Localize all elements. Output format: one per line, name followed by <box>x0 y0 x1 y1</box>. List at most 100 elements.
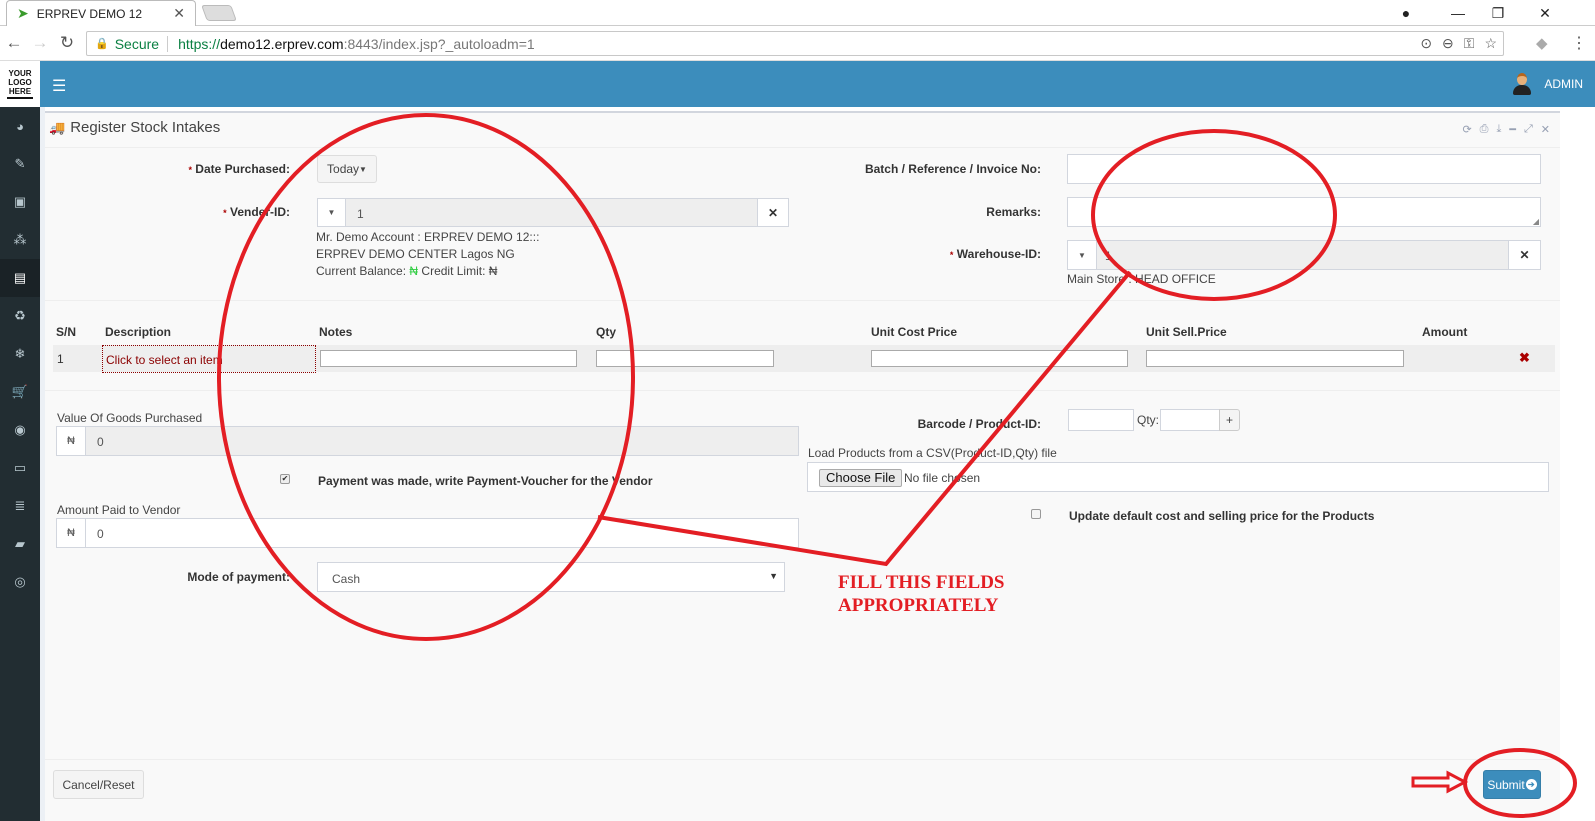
tab-close-icon[interactable]: ✕ <box>173 5 185 22</box>
vendor-info-line1: Mr. Demo Account : ERPREV DEMO 12::: <box>316 230 540 244</box>
logo-line: LOGO <box>8 78 32 87</box>
sidebar-item-cubes[interactable]: ⁂ <box>0 221 40 259</box>
section-divider <box>45 300 1560 301</box>
barcode-label: Barcode / Product-ID: <box>917 417 1041 431</box>
url-scheme: https:// <box>178 35 221 52</box>
logo-underline <box>7 97 33 99</box>
sidebar-item-book[interactable]: ▰ <box>0 525 40 563</box>
vendor-id-field[interactable]: 1 <box>345 198 758 227</box>
sidebar-item-snowflake[interactable]: ❄ <box>0 335 40 373</box>
row-qty-input[interactable] <box>596 350 774 367</box>
restore-window-button[interactable]: ❐ <box>1478 0 1518 26</box>
update-prices-checkbox[interactable] <box>1031 509 1041 519</box>
remarks-label: Remarks: <box>986 205 1041 219</box>
logo-line: HERE <box>8 87 32 96</box>
expand-icon[interactable]: ⤢ <box>1524 123 1533 136</box>
sidebar-item-money[interactable]: ▣ <box>0 183 40 221</box>
url-input[interactable]: 🔒 Secure https://demo12.erprev.com:8443/… <box>86 31 1504 56</box>
new-tab-button[interactable] <box>201 5 237 21</box>
sidebar-toggle-icon[interactable]: ☰ <box>52 76 66 96</box>
row-description-cell[interactable]: Click to select an item <box>102 345 316 373</box>
mode-of-payment-select[interactable]: Cash ▼ <box>317 562 785 592</box>
warehouse-dropdown-toggle[interactable]: ▼ <box>1067 240 1097 270</box>
sidebar-item-database[interactable]: ≣ <box>0 487 40 525</box>
sidebar-item-desktop[interactable]: ▭ <box>0 449 40 487</box>
sidebar-item-calculator[interactable]: ▤ <box>0 259 40 297</box>
date-purchased-dropdown[interactable]: Today ▼ <box>317 155 377 183</box>
truck-icon: 🚚 <box>49 119 66 135</box>
barcode-input[interactable] <box>1068 409 1134 431</box>
reload-icon[interactable]: ↻ <box>56 33 78 53</box>
desktop-icon: ▭ <box>13 460 27 475</box>
logo-line: YOUR <box>8 69 32 78</box>
company-logo[interactable]: YOUR LOGO HERE <box>0 61 40 107</box>
amount-paid-input[interactable]: 0 <box>85 518 799 548</box>
currency-addon: ₦ <box>56 426 86 456</box>
vendor-clear-button[interactable]: ✕ <box>757 198 789 227</box>
warehouse-id-label: * Warehouse-ID: <box>825 247 1041 261</box>
vendor-id-label: * Vender-ID: <box>145 205 290 219</box>
csv-file-field: Choose File No file chosen <box>807 462 1549 492</box>
key-icon[interactable]: ⚿ <box>1464 35 1475 52</box>
register-stock-intakes-panel: 🚚 Register Stock Intakes ⟳ ⎙ ⤓ ━ ⤢ ✕ * D… <box>45 111 1560 821</box>
barcode-qty-input[interactable] <box>1160 409 1220 431</box>
cancel-reset-button[interactable]: Cancel/Reset <box>53 770 144 799</box>
column-header-amount: Amount <box>1422 325 1468 339</box>
column-header-unit-cost: Unit Cost Price <box>871 325 958 339</box>
profile-icon[interactable]: ● <box>1386 0 1426 26</box>
payment-made-label: Payment was made, write Payment-Voucher … <box>318 474 653 488</box>
calculator-icon: ▤ <box>13 270 27 285</box>
warehouse-clear-button[interactable]: ✕ <box>1508 240 1541 270</box>
row-notes-input[interactable] <box>320 350 577 367</box>
label-text: Vender-ID: <box>229 205 290 219</box>
refresh-icon[interactable]: ⟳ <box>1462 123 1471 136</box>
vendor-dropdown-toggle[interactable]: ▼ <box>317 198 346 227</box>
minimize-window-button[interactable]: — <box>1438 0 1478 26</box>
value-of-goods-field: 0 <box>85 426 799 456</box>
sidebar-item-trash[interactable]: ♻ <box>0 297 40 335</box>
back-icon[interactable]: ← <box>3 33 25 53</box>
close-icon[interactable]: ✕ <box>1541 123 1550 136</box>
sidebar-item-lifebuoy[interactable]: ◎ <box>0 563 40 601</box>
label-text: Warehouse-ID: <box>956 247 1041 261</box>
row-delete-icon[interactable]: ✖ <box>1519 350 1530 366</box>
snowflake-icon: ❄ <box>14 346 26 361</box>
browser-menu-icon[interactable]: ⋮ <box>1571 33 1587 53</box>
browser-tab[interactable]: ➤ ERPREV DEMO 12 ✕ <box>6 0 196 26</box>
sidebar-item-record[interactable]: ◉ <box>0 411 40 449</box>
download-icon[interactable]: ⤓ <box>1496 123 1501 136</box>
column-header-notes: Notes <box>319 325 353 339</box>
remarks-textarea[interactable]: ◢ <box>1067 197 1541 227</box>
warehouse-id-field[interactable]: 1 <box>1096 240 1509 270</box>
update-prices-label: Update default cost and selling price fo… <box>1069 509 1375 523</box>
extension-icon[interactable]: ◆ <box>1536 34 1548 52</box>
address-bar: ← → ↻ 🔒 Secure https://demo12.erprev.com… <box>0 27 1595 61</box>
sidebar-item-dashboard[interactable]: ◕ <box>0 107 40 145</box>
section-divider <box>45 390 1560 391</box>
user-menu[interactable]: ADMIN <box>1512 72 1583 96</box>
submit-button[interactable]: Submit ➔ <box>1483 770 1541 799</box>
forward-icon[interactable]: → <box>29 33 51 53</box>
submit-label: Submit <box>1487 777 1525 792</box>
secure-label: Secure <box>115 35 169 52</box>
choose-file-button[interactable]: Choose File <box>819 469 903 487</box>
warehouse-id-value: 1 <box>1105 249 1112 263</box>
batch-reference-input[interactable] <box>1067 154 1541 184</box>
minimize-icon[interactable]: ━ <box>1509 123 1516 136</box>
add-barcode-button[interactable]: + <box>1219 409 1240 431</box>
location-icon[interactable]: ⊙ <box>1420 35 1432 52</box>
bookmark-star-icon[interactable]: ☆ <box>1484 35 1497 52</box>
sidebar-item-cart[interactable]: 🛒 <box>0 373 40 411</box>
avatar <box>1512 72 1532 96</box>
row-unit-cost-input[interactable] <box>871 350 1128 367</box>
sidebar-item-ticket[interactable]: ✎ <box>0 145 40 183</box>
close-window-button[interactable]: ✕ <box>1525 0 1565 26</box>
amount-paid-value: 0 <box>97 527 104 541</box>
resize-handle-icon[interactable]: ◢ <box>1533 217 1539 226</box>
payment-made-checkbox[interactable]: ✔ <box>280 474 290 484</box>
batch-label: Batch / Reference / Invoice No: <box>864 162 1041 176</box>
row-unit-sell-input[interactable] <box>1146 350 1404 367</box>
print-icon[interactable]: ⎙ <box>1480 123 1489 136</box>
zoom-out-icon[interactable]: ⊖ <box>1442 35 1454 52</box>
record-icon: ◉ <box>14 422 26 437</box>
